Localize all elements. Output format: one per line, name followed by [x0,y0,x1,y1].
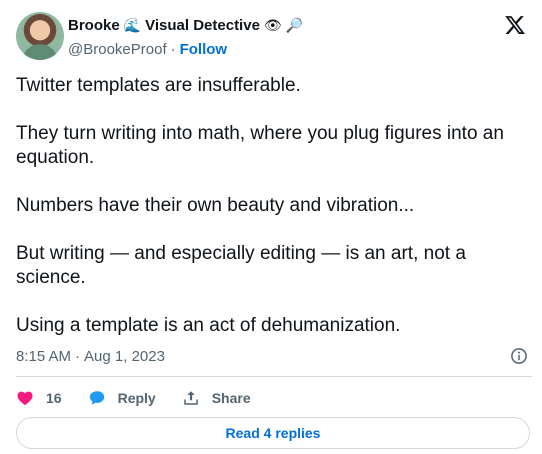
wave-emoji: 🌊 [123,17,142,33]
share-button[interactable]: Share [182,389,251,407]
speech-bubble-icon [89,391,104,405]
tweet-header: Brooke 🌊 Visual Detective 👁 🔎 @BrookePro… [16,12,534,62]
read-replies-button[interactable]: Read 4 replies [16,417,530,449]
tweet-date: Aug 1, 2023 [84,347,165,365]
heart-icon [17,391,33,406]
handle-separator: · [170,40,176,58]
tweet-paragraph: They turn writing into math, where you p… [16,123,510,168]
share-upload-icon [183,391,198,405]
display-title[interactable]: Visual Detective [145,17,260,34]
timestamp-separator: · [75,347,81,365]
like-button[interactable]: 16 [16,389,62,407]
user-handle[interactable]: @BrookeProof [68,41,167,58]
read-replies-label: Read 4 replies [225,425,321,441]
tweet-paragraph: Using a template is an act of dehumaniza… [16,315,401,336]
avatar-shoulders [22,44,58,60]
author-info: Brooke 🌊 Visual Detective 👁 🔎 @BrookePro… [68,15,303,59]
display-name-row[interactable]: Brooke 🌊 Visual Detective 👁 🔎 [68,15,303,35]
reply-button[interactable]: Reply [88,389,156,407]
x-logo-icon[interactable] [504,14,526,36]
eye-emoji: 👁 [263,17,282,33]
tweet-paragraph: But writing — and especially editing — i… [16,243,472,288]
reply-label: Reply [117,390,156,406]
info-icon[interactable] [510,347,528,365]
tweet-text: Twitter templates are insufferable. They… [16,74,538,362]
tweet-timestamp[interactable]: 8:15 AM · Aug 1, 2023 [16,346,165,366]
tweet-actions: 16 Reply Share [16,386,277,410]
tweet-paragraph: Twitter templates are insufferable. [16,75,301,96]
tweet-time: 8:15 AM [16,347,72,365]
handle-row: @BrookeProof · Follow [68,39,303,59]
avatar[interactable] [16,12,64,60]
follow-button[interactable]: Follow [180,41,228,58]
magnifier-emoji: 🔎 [285,17,304,33]
share-label: Share [211,390,251,406]
tweet-paragraph: Numbers have their own beauty and vibrat… [16,195,415,216]
divider [16,376,532,377]
display-name[interactable]: Brooke [68,17,120,34]
like-count: 16 [46,390,62,406]
tweet-card: Brooke 🌊 Visual Detective 👁 🔎 @BrookePro… [0,0,542,454]
